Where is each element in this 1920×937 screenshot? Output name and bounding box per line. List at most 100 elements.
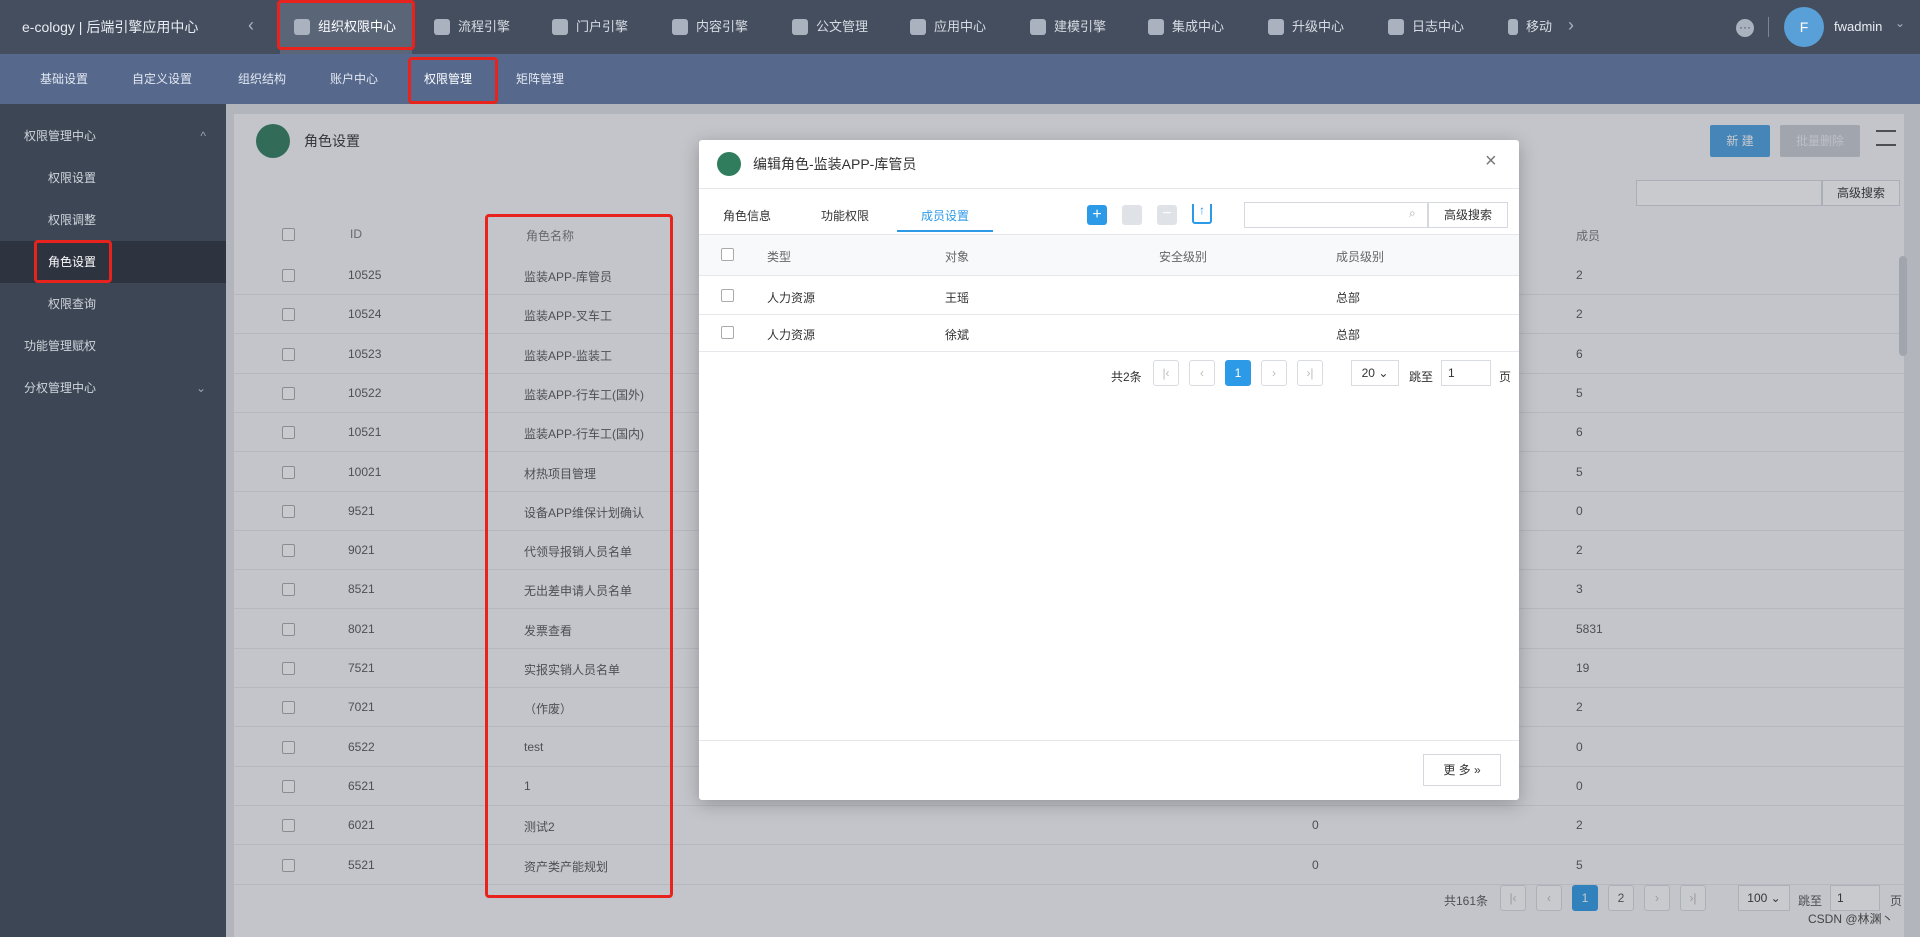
column-header-security[interactable]: 安全级别 xyxy=(1159,248,1207,265)
member-level: 总部 xyxy=(1336,291,1361,305)
chevron-down-icon[interactable]: ⌄ xyxy=(1895,16,1905,30)
member-first-page-button[interactable]: |‹ xyxy=(1153,360,1179,386)
subnav-account[interactable]: 账户中心 xyxy=(330,54,378,104)
column-header-type[interactable]: 类型 xyxy=(767,248,791,265)
watermark: CSDN @林渊丶 xyxy=(1808,912,1894,926)
chevron-down-icon: ⌄ xyxy=(195,381,206,395)
row-checkbox[interactable] xyxy=(721,326,734,339)
sidebar-group-permission-center[interactable]: 权限管理中心 ^ xyxy=(0,115,226,157)
mobile-icon xyxy=(1508,19,1518,35)
member-type: 人力资源 xyxy=(767,328,816,342)
sub-nav-bar xyxy=(0,54,1920,104)
edit-role-modal: 编辑角色-监装APP-库管员 × 角色信息 功能权限 成员设置 + − ↑ ⌕ … xyxy=(699,140,1519,800)
column-header-object[interactable]: 对象 xyxy=(945,248,969,265)
member-prev-page-button[interactable]: ‹ xyxy=(1189,360,1215,386)
member-level: 总部 xyxy=(1336,328,1361,342)
sidebar-group-label: 分权管理中心 xyxy=(24,381,97,395)
subnav-org[interactable]: 组织结构 xyxy=(238,54,286,104)
shield-icon xyxy=(294,19,310,35)
member-next-page-button[interactable]: › xyxy=(1261,360,1287,386)
divider xyxy=(699,351,1519,352)
topnav-label: 升级中心 xyxy=(1292,19,1345,34)
member-page-1-button[interactable]: 1 xyxy=(1225,360,1251,386)
more-icon[interactable]: ··· xyxy=(1736,19,1754,37)
subnav-basic[interactable]: 基础设置 xyxy=(40,54,88,104)
user-name[interactable]: fwadmin xyxy=(1834,0,1882,54)
member-page-size-select[interactable]: 20 ⌄ xyxy=(1351,360,1399,386)
export-icon[interactable]: ↑ xyxy=(1192,204,1212,224)
topnav-item-mobile[interactable]: 移动 xyxy=(1508,0,1552,54)
topnav-label: 日志中心 xyxy=(1412,19,1465,34)
snowflake-icon xyxy=(1148,19,1164,35)
topnav-item-modeling[interactable]: 建模引擎 xyxy=(1030,0,1106,54)
row-checkbox[interactable] xyxy=(721,289,734,302)
nav-next-icon[interactable]: › xyxy=(1568,15,1574,36)
topnav-label: 移动 xyxy=(1526,19,1553,34)
document-icon xyxy=(672,19,688,35)
tab-role-info[interactable]: 角色信息 xyxy=(723,200,771,232)
sidebar-item-role-settings[interactable]: 角色设置 xyxy=(0,241,226,283)
topnav-label: 应用中心 xyxy=(934,19,987,34)
topnav-label: 组织权限中心 xyxy=(318,19,397,34)
member-object: 王瑶 xyxy=(945,291,970,305)
remove-icon[interactable]: − xyxy=(1157,205,1177,225)
sidebar-group-delegation[interactable]: 分权管理中心 ⌄ xyxy=(0,367,226,409)
sidebar-item-permission-adjust[interactable]: 权限调整 xyxy=(0,199,226,241)
sidebar-item-permission-settings[interactable]: 权限设置 xyxy=(0,157,226,199)
topnav-item-content[interactable]: 内容引擎 xyxy=(672,0,748,54)
add-icon[interactable]: + xyxy=(1087,205,1107,225)
avatar[interactable]: F xyxy=(1784,7,1824,47)
column-header-member-level[interactable]: 成员级别 xyxy=(1336,248,1384,265)
topnav-label: 流程引擎 xyxy=(458,19,511,34)
divider xyxy=(699,740,1519,741)
more-button[interactable]: 更 多 » xyxy=(1423,754,1501,786)
divider xyxy=(1768,17,1769,37)
divider xyxy=(699,188,1519,189)
modal-title: 编辑角色-监装APP-库管员 xyxy=(753,156,917,172)
divider xyxy=(699,314,1519,315)
nav-prev-icon[interactable]: ‹ xyxy=(248,15,254,36)
modal-advanced-search-button[interactable]: 高级搜索 xyxy=(1428,202,1508,228)
topnav-label: 门户引擎 xyxy=(576,19,629,34)
topnav-item-docs[interactable]: 公文管理 xyxy=(792,0,868,54)
topnav-item-upgrade[interactable]: 升级中心 xyxy=(1268,0,1344,54)
topnav-item-flow[interactable]: 流程引擎 xyxy=(434,0,510,54)
topnav-item-log[interactable]: 日志中心 xyxy=(1388,0,1464,54)
sidebar-group-function-auth[interactable]: 功能管理赋权 xyxy=(0,325,226,367)
topnav-label: 内容引擎 xyxy=(696,19,749,34)
topnav-label: 公文管理 xyxy=(816,19,869,34)
more-button-label: 更 多 xyxy=(1443,763,1471,777)
sidebar-group-label: 权限管理中心 xyxy=(24,129,97,143)
sidebar-item-permission-query[interactable]: 权限查询 xyxy=(0,283,226,325)
flow-icon xyxy=(434,19,450,35)
member-object: 徐斌 xyxy=(945,328,970,342)
member-table-header xyxy=(699,235,1519,275)
role-icon xyxy=(717,152,741,176)
divider xyxy=(699,275,1519,276)
member-total: 共2条 xyxy=(1111,370,1142,384)
cube-icon xyxy=(1030,19,1046,35)
member-type: 人力资源 xyxy=(767,291,816,305)
topnav-item-org[interactable]: 组织权限中心 xyxy=(280,0,412,54)
subnav-custom[interactable]: 自定义设置 xyxy=(132,54,192,104)
tab-member-settings[interactable]: 成员设置 xyxy=(897,200,993,232)
edit-icon[interactable] xyxy=(1122,205,1142,225)
member-jump-label: 跳至 xyxy=(1409,370,1434,384)
close-icon[interactable]: × xyxy=(1485,150,1497,173)
topnav-item-apps[interactable]: 应用中心 xyxy=(910,0,986,54)
member-page-size-value: 20 xyxy=(1361,366,1375,380)
file-icon xyxy=(792,19,808,35)
topnav-item-portal[interactable]: 门户引擎 xyxy=(552,0,628,54)
member-last-page-button[interactable]: ›| xyxy=(1297,360,1323,386)
member-jump-input[interactable]: 1 xyxy=(1441,360,1491,386)
member-select-all-checkbox[interactable] xyxy=(721,248,734,261)
grid-icon xyxy=(910,19,926,35)
subnav-matrix[interactable]: 矩阵管理 xyxy=(516,54,564,104)
topnav-item-integration[interactable]: 集成中心 xyxy=(1148,0,1224,54)
tab-function-permission[interactable]: 功能权限 xyxy=(821,200,869,232)
member-search-input[interactable] xyxy=(1244,202,1428,228)
topnav-label: 集成中心 xyxy=(1172,19,1225,34)
subnav-permission[interactable]: 权限管理 xyxy=(424,54,472,104)
upgrade-icon xyxy=(1268,19,1284,35)
search-icon[interactable]: ⌕ xyxy=(1409,206,1416,221)
